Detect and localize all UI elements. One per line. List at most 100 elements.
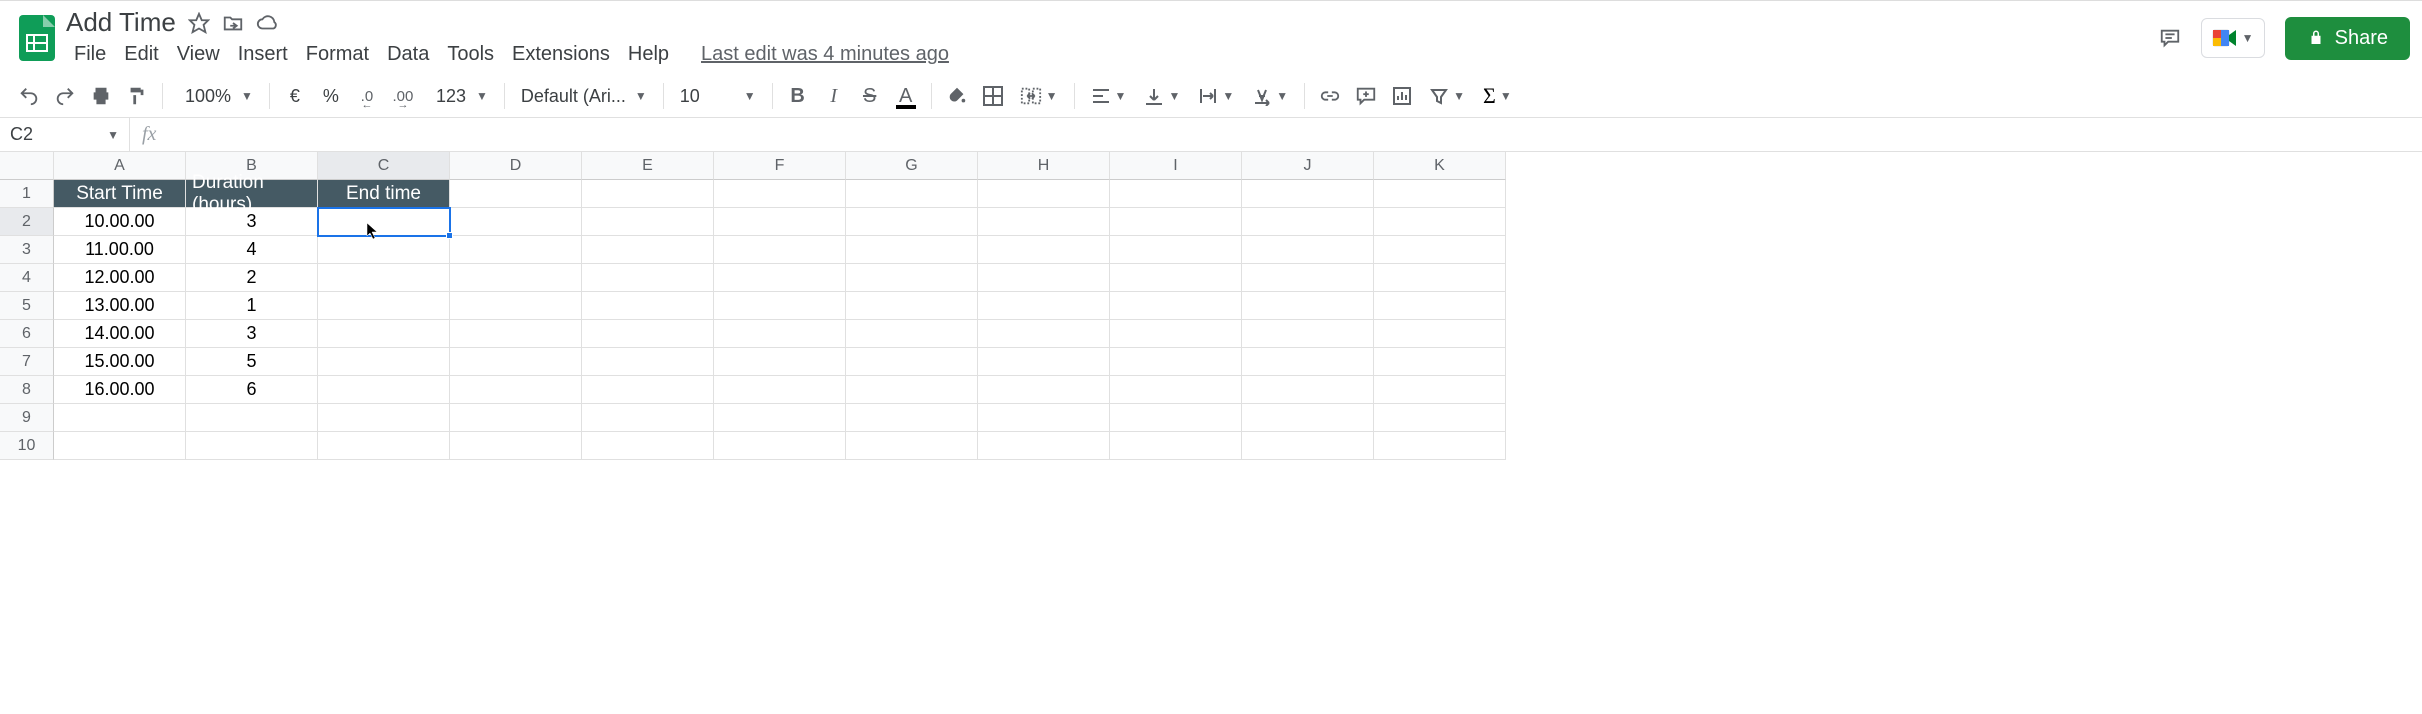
row-header[interactable]: 2 xyxy=(0,208,54,236)
text-rotation-dropdown[interactable]: ▼ xyxy=(1244,86,1296,106)
cell[interactable] xyxy=(846,376,978,404)
cell[interactable] xyxy=(1110,432,1242,460)
italic-button[interactable]: I xyxy=(817,79,851,113)
cell[interactable]: 12.00.00 xyxy=(54,264,186,292)
column-header[interactable]: J xyxy=(1242,152,1374,180)
app-logo[interactable] xyxy=(12,15,62,61)
menu-insert[interactable]: Insert xyxy=(230,40,296,69)
row-header[interactable]: 6 xyxy=(0,320,54,348)
cell[interactable] xyxy=(1110,292,1242,320)
cell[interactable] xyxy=(318,292,450,320)
column-header[interactable]: G xyxy=(846,152,978,180)
cell[interactable]: 5 xyxy=(186,348,318,376)
row-header[interactable]: 3 xyxy=(0,236,54,264)
cell[interactable] xyxy=(318,320,450,348)
cell[interactable] xyxy=(450,180,582,208)
row-header[interactable]: 4 xyxy=(0,264,54,292)
text-color-button[interactable]: A xyxy=(889,79,923,113)
menu-tools[interactable]: Tools xyxy=(439,40,502,69)
filter-dropdown[interactable]: ▼ xyxy=(1421,86,1473,106)
fill-color-button[interactable] xyxy=(940,79,974,113)
font-size-dropdown[interactable]: 10▼ xyxy=(672,86,764,107)
menu-data[interactable]: Data xyxy=(379,40,437,69)
row-header[interactable]: 1 xyxy=(0,180,54,208)
paint-format-button[interactable] xyxy=(120,79,154,113)
row-header[interactable]: 10 xyxy=(0,432,54,460)
select-all-corner[interactable] xyxy=(0,152,54,180)
cell[interactable] xyxy=(1374,376,1506,404)
row-header[interactable]: 7 xyxy=(0,348,54,376)
borders-button[interactable] xyxy=(976,79,1010,113)
merge-cells-dropdown[interactable]: ▼ xyxy=(1012,85,1066,107)
cell[interactable] xyxy=(54,404,186,432)
cell[interactable] xyxy=(1242,292,1374,320)
cell[interactable] xyxy=(582,208,714,236)
cell[interactable] xyxy=(450,348,582,376)
functions-dropdown[interactable]: Σ▼ xyxy=(1475,83,1520,109)
cell[interactable] xyxy=(1242,432,1374,460)
cell[interactable] xyxy=(318,404,450,432)
cell[interactable] xyxy=(1110,376,1242,404)
cell[interactable]: 3 xyxy=(186,320,318,348)
cell[interactable] xyxy=(582,376,714,404)
cell[interactable] xyxy=(1110,180,1242,208)
cell[interactable] xyxy=(318,264,450,292)
cell[interactable] xyxy=(1242,180,1374,208)
cell[interactable] xyxy=(1374,236,1506,264)
vertical-align-dropdown[interactable]: ▼ xyxy=(1136,86,1188,106)
cell[interactable] xyxy=(846,208,978,236)
decrease-decimal-button[interactable]: .0← xyxy=(350,79,384,113)
name-box[interactable]: C2▼ xyxy=(0,118,130,151)
cell[interactable] xyxy=(846,320,978,348)
column-header[interactable]: H xyxy=(978,152,1110,180)
cell[interactable]: 11.00.00 xyxy=(54,236,186,264)
cell[interactable] xyxy=(54,432,186,460)
cell[interactable]: 4 xyxy=(186,236,318,264)
cell[interactable]: Start Time xyxy=(54,180,186,208)
cell[interactable] xyxy=(450,292,582,320)
cell[interactable]: 15.00.00 xyxy=(54,348,186,376)
cell[interactable] xyxy=(318,376,450,404)
cell[interactable]: 2 xyxy=(186,264,318,292)
cell[interactable] xyxy=(978,320,1110,348)
cell[interactable] xyxy=(1110,404,1242,432)
cell[interactable] xyxy=(582,432,714,460)
menu-edit[interactable]: Edit xyxy=(116,40,166,69)
cell[interactable] xyxy=(978,292,1110,320)
cell[interactable] xyxy=(978,376,1110,404)
print-button[interactable] xyxy=(84,79,118,113)
cell[interactable] xyxy=(846,292,978,320)
cell[interactable] xyxy=(582,236,714,264)
cell[interactable] xyxy=(846,180,978,208)
column-header[interactable]: E xyxy=(582,152,714,180)
cell[interactable] xyxy=(582,404,714,432)
cell[interactable] xyxy=(1110,208,1242,236)
share-button[interactable]: Share xyxy=(2285,17,2410,60)
cell[interactable] xyxy=(186,432,318,460)
cell[interactable] xyxy=(714,376,846,404)
cell[interactable] xyxy=(450,236,582,264)
meet-button[interactable]: ▼ xyxy=(2201,18,2265,58)
column-header[interactable]: F xyxy=(714,152,846,180)
star-icon[interactable] xyxy=(188,12,210,34)
cell[interactable] xyxy=(1374,320,1506,348)
cell[interactable] xyxy=(318,432,450,460)
row-header[interactable]: 8 xyxy=(0,376,54,404)
insert-chart-button[interactable] xyxy=(1385,79,1419,113)
cell[interactable]: 10.00.00 xyxy=(54,208,186,236)
menu-file[interactable]: File xyxy=(66,40,114,69)
cell[interactable] xyxy=(978,264,1110,292)
cell[interactable] xyxy=(714,264,846,292)
cell[interactable] xyxy=(1374,292,1506,320)
insert-link-button[interactable] xyxy=(1313,79,1347,113)
doc-title[interactable]: Add Time xyxy=(66,7,176,38)
strikethrough-button[interactable]: S xyxy=(853,79,887,113)
cell[interactable] xyxy=(1242,348,1374,376)
redo-button[interactable] xyxy=(48,79,82,113)
cell[interactable]: Duration (hours) xyxy=(186,180,318,208)
cell[interactable] xyxy=(1110,236,1242,264)
column-header[interactable]: K xyxy=(1374,152,1506,180)
cell[interactable] xyxy=(714,432,846,460)
row-header[interactable]: 5 xyxy=(0,292,54,320)
cell[interactable] xyxy=(714,404,846,432)
